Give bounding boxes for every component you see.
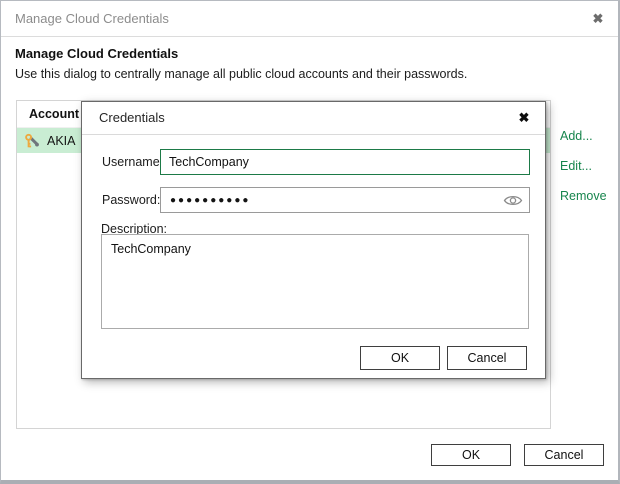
window-title: Manage Cloud Credentials: [15, 11, 169, 26]
password-field[interactable]: [160, 187, 530, 213]
dialog-cancel-button[interactable]: Cancel: [447, 346, 527, 370]
eye-icon[interactable]: [503, 194, 523, 207]
username-field[interactable]: [160, 149, 530, 175]
description-field[interactable]: TechCompany: [101, 234, 529, 329]
close-icon[interactable]: ✖: [516, 110, 532, 126]
dialog-ok-button[interactable]: OK: [360, 346, 440, 370]
edit-link[interactable]: Edit...: [560, 157, 607, 175]
keys-icon: [25, 133, 39, 147]
actions-panel: Add... Edit... Remove: [560, 127, 607, 217]
page-title: Manage Cloud Credentials: [15, 46, 179, 61]
username-label: Username:: [102, 155, 164, 169]
credentials-dialog-titlebar: Credentials ✖: [82, 102, 545, 135]
add-link[interactable]: Add...: [560, 127, 607, 145]
credentials-dialog: Credentials ✖ Username: Password: Descri…: [81, 101, 546, 379]
remove-link[interactable]: Remove: [560, 187, 607, 205]
manage-cloud-credentials-window: Manage Cloud Credentials ✖ Manage Cloud …: [0, 0, 620, 484]
credentials-dialog-title: Credentials: [99, 110, 165, 125]
window-titlebar: Manage Cloud Credentials ✖: [1, 1, 618, 37]
account-name: AKIA: [47, 133, 76, 148]
ok-button[interactable]: OK: [431, 444, 511, 466]
page-subtitle: Use this dialog to centrally manage all …: [15, 67, 468, 81]
close-icon[interactable]: ✖: [589, 10, 607, 28]
cancel-button[interactable]: Cancel: [524, 444, 604, 466]
password-label: Password:: [102, 193, 161, 207]
password-field-wrapper: [160, 187, 530, 213]
